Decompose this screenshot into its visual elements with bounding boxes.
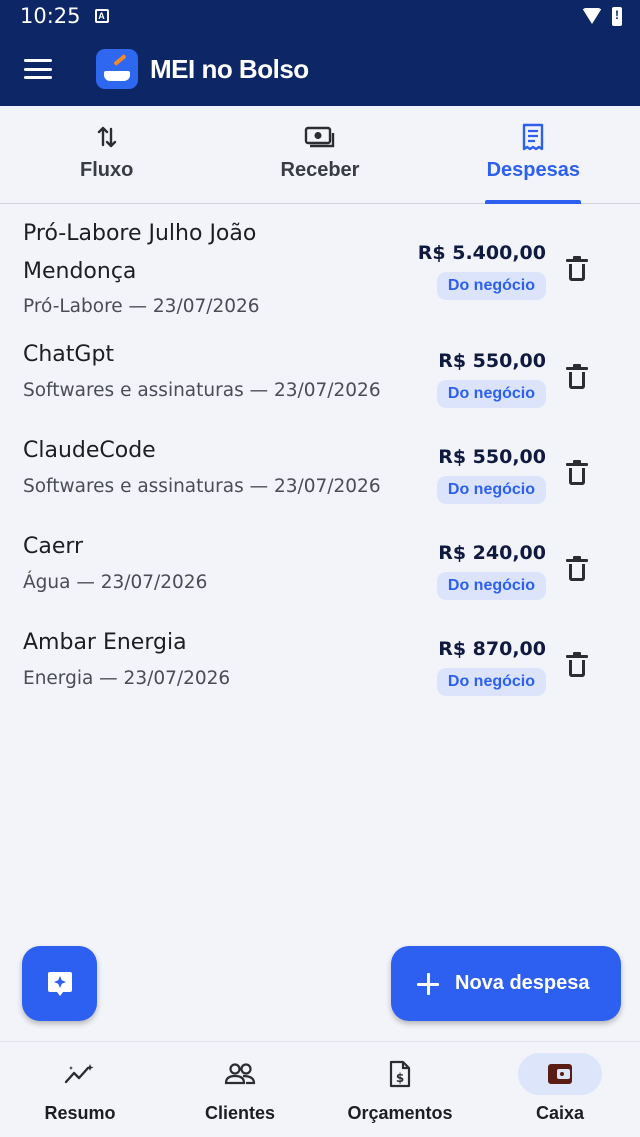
receipt-icon: [521, 123, 545, 151]
new-expense-label: Nova despesa: [455, 972, 590, 994]
plus-icon: [417, 972, 439, 995]
list-item[interactable]: Ambar Energia Energia — 23/07/2026 R$ 87…: [0, 618, 640, 714]
delete-icon[interactable]: [566, 364, 588, 389]
app-title: MEI no Bolso: [150, 53, 309, 84]
expense-subtitle: Pró-Labore — 23/07/2026: [23, 296, 260, 317]
status-badge: Do negócio: [436, 572, 546, 600]
expense-amount: R$ 870,00: [438, 638, 546, 660]
battery-alert-icon: [612, 6, 622, 26]
list-item[interactable]: Caerr Água — 23/07/2026 R$ 240,00 Do neg…: [0, 522, 640, 618]
expense-info: Caerr Água — 23/07/2026: [23, 528, 413, 597]
list-item[interactable]: ChatGpt Softwares e assinaturas — 23/07/…: [0, 330, 640, 426]
expense-subtitle: Água — 23/07/2026: [23, 572, 208, 593]
trend-sparkle-icon: [38, 1053, 122, 1095]
expense-info: ClaudeCode Softwares e assinaturas — 23/…: [23, 432, 413, 501]
nav-label: Resumo: [44, 1103, 116, 1123]
wifi-icon: [582, 8, 602, 24]
expense-title: Ambar Energia: [23, 630, 187, 655]
menu-icon[interactable]: [24, 59, 52, 79]
expense-amount: R$ 550,00: [438, 350, 546, 372]
cash-icon: [304, 124, 336, 150]
nav-clientes[interactable]: Clientes: [160, 1042, 320, 1137]
svg-text:$: $: [396, 1071, 404, 1085]
expense-title: ClaudeCode: [23, 438, 156, 463]
status-badge: Do negócio: [436, 476, 546, 504]
nav-label: Caixa: [535, 1103, 585, 1123]
status-badge: Do negócio: [436, 380, 546, 408]
swap-vertical-icon: [96, 124, 118, 150]
wallet-icon: [518, 1053, 602, 1095]
tab-despesas[interactable]: Despesas: [427, 106, 640, 203]
expense-subtitle: Softwares e assinaturas — 23/07/2026: [23, 380, 381, 401]
tab-fluxo[interactable]: Fluxo: [0, 106, 213, 203]
status-badge: Do negócio: [436, 668, 546, 696]
delete-icon[interactable]: [566, 256, 588, 281]
bottom-nav: Resumo Clientes $ Orçamentos Caixa: [0, 1041, 640, 1137]
nav-resumo[interactable]: Resumo: [0, 1042, 160, 1137]
expense-title: Caerr: [23, 534, 84, 559]
nav-label: Orçamentos: [347, 1103, 453, 1123]
tab-label: Receber: [280, 159, 360, 181]
new-expense-button[interactable]: Nova despesa: [391, 946, 621, 1021]
tab-label: Despesas: [486, 159, 581, 181]
expense-title: Pró-Labore Julho João: [23, 221, 257, 246]
expense-title-cont: Mendonça: [23, 259, 137, 284]
expense-amount-group: R$ 550,00 Do negócio: [436, 348, 546, 408]
tab-label: Fluxo: [79, 159, 134, 181]
notification-icon: A: [94, 9, 109, 23]
delete-icon[interactable]: [566, 556, 588, 581]
nav-orcamentos[interactable]: $ Orçamentos: [320, 1042, 480, 1137]
expense-amount-group: R$ 5.400,00 Do negócio: [418, 240, 546, 300]
status-icons: [582, 6, 622, 26]
delete-icon[interactable]: [566, 652, 588, 677]
people-icon: [198, 1053, 282, 1095]
status-time: 10:25: [20, 4, 81, 28]
nav-label: Clientes: [204, 1103, 276, 1123]
expense-subtitle: Energia — 23/07/2026: [23, 668, 231, 689]
app-bar: MEI no Bolso: [0, 32, 640, 106]
expense-amount: R$ 5.400,00: [417, 242, 546, 264]
expense-info: Ambar Energia Energia — 23/07/2026: [23, 624, 413, 693]
list-item[interactable]: Pró-Labore Julho João Mendonça Pró-Labor…: [0, 205, 640, 330]
status-badge: Do negócio: [436, 272, 546, 300]
expense-amount-group: R$ 550,00 Do negócio: [436, 444, 546, 504]
expense-amount: R$ 240,00: [438, 542, 546, 564]
delete-icon[interactable]: [566, 460, 588, 485]
expense-amount-group: R$ 240,00 Do negócio: [436, 540, 546, 600]
expense-amount-group: R$ 870,00 Do negócio: [436, 636, 546, 696]
tab-bar: Fluxo Receber Despesas: [0, 106, 640, 204]
expense-info: ChatGpt Softwares e assinaturas — 23/07/…: [23, 336, 413, 405]
status-bar: 10:25 A: [0, 0, 640, 32]
expense-info: Pró-Labore Julho João Mendonça Pró-Labor…: [23, 215, 413, 321]
expense-title: ChatGpt: [23, 342, 115, 367]
invoice-icon: $: [358, 1053, 442, 1095]
sparkle-chat-icon: [47, 971, 72, 996]
expense-amount: R$ 550,00: [438, 446, 546, 468]
list-item[interactable]: ClaudeCode Softwares e assinaturas — 23/…: [0, 426, 640, 522]
expense-list: Pró-Labore Julho João Mendonça Pró-Labor…: [0, 205, 640, 714]
expense-subtitle: Softwares e assinaturas — 23/07/2026: [23, 476, 381, 497]
tab-receber[interactable]: Receber: [213, 106, 426, 203]
nav-caixa[interactable]: Caixa: [480, 1042, 640, 1137]
assistant-button[interactable]: [22, 946, 97, 1021]
app-logo: [96, 49, 138, 89]
